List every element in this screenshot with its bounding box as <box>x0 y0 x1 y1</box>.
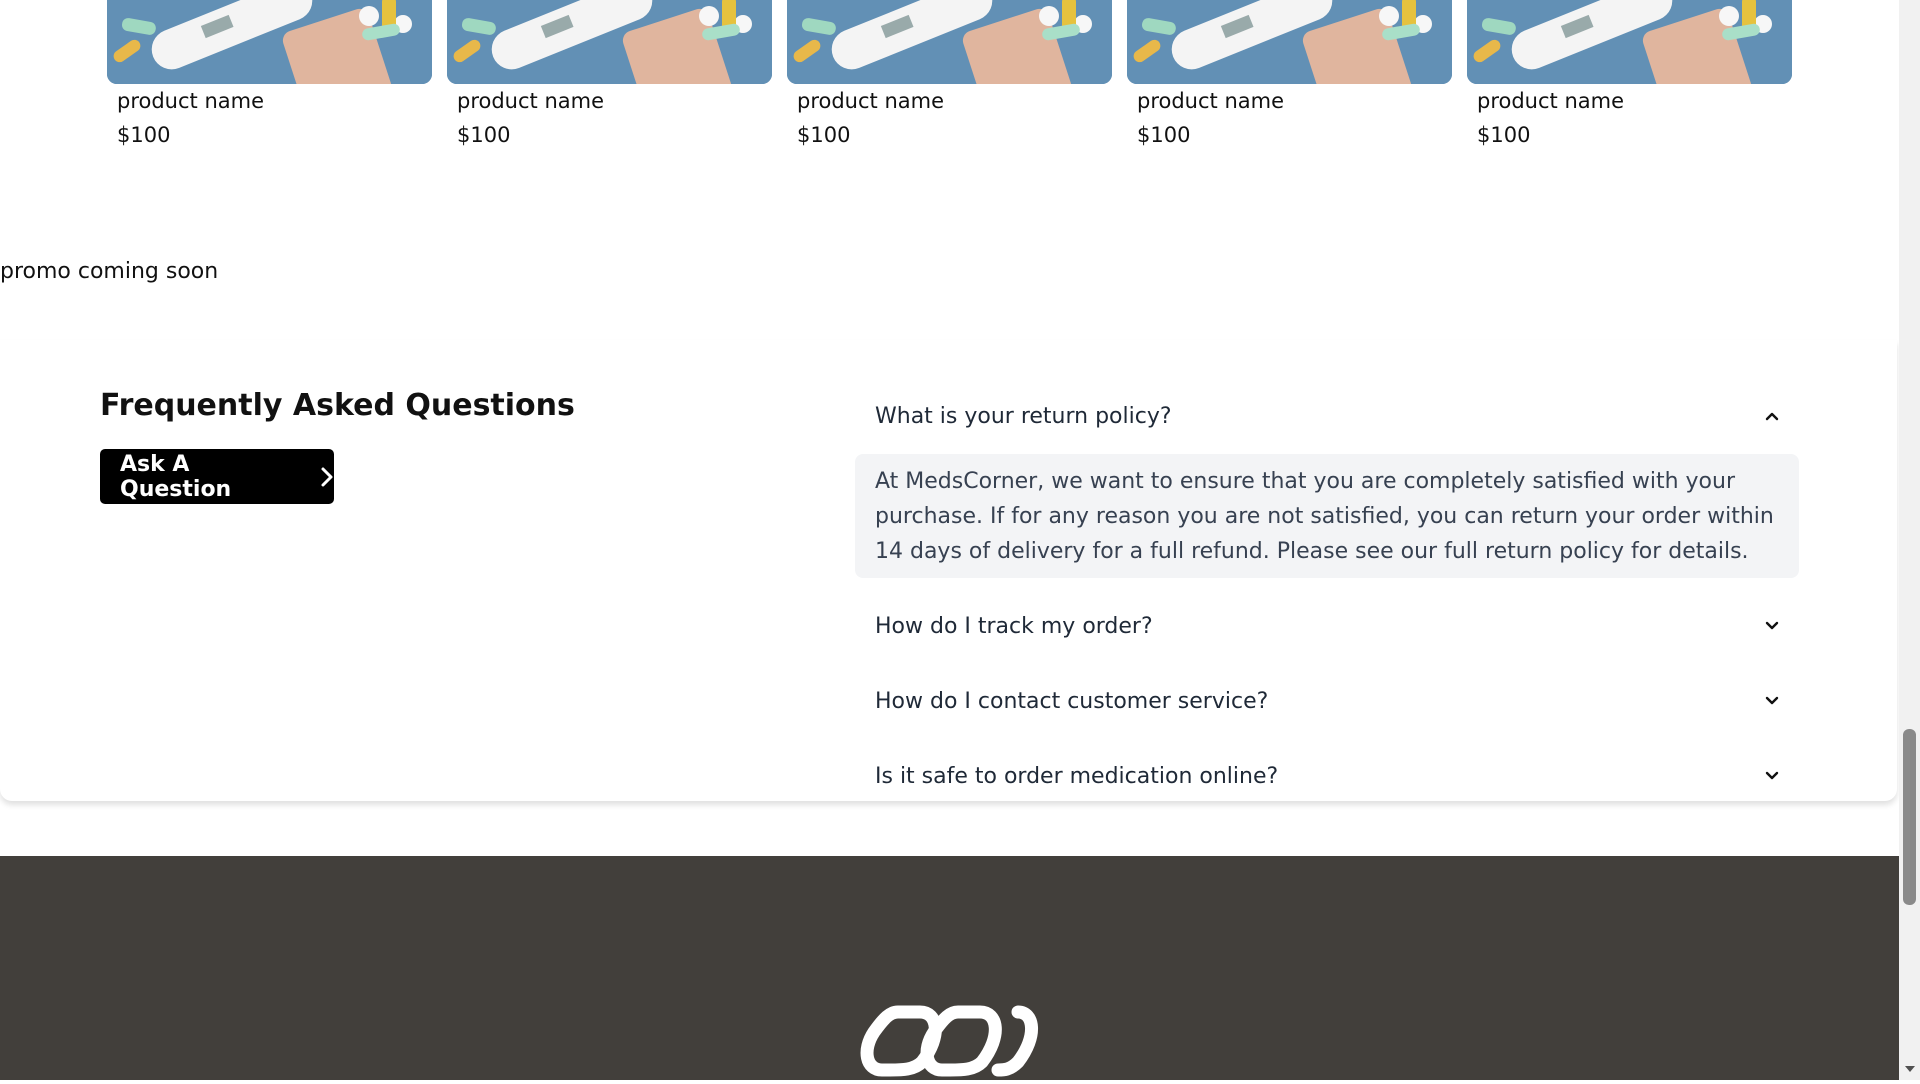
chevron-down-icon <box>1765 621 1779 631</box>
product-image[interactable] <box>787 0 1112 84</box>
product-price: $100 <box>117 123 171 147</box>
chevron-up-icon <box>1765 411 1779 421</box>
product-name[interactable]: product name <box>457 89 604 113</box>
scroll-down-arrow-icon[interactable] <box>1903 1062 1916 1076</box>
ask-question-button[interactable]: Ask A Question <box>100 449 334 504</box>
footer-logo[interactable] <box>858 998 1042 1084</box>
faq-question: How do I track my order? <box>875 613 1153 639</box>
product-name[interactable]: product name <box>1477 89 1624 113</box>
product-card[interactable]: product name $100 <box>107 0 432 147</box>
product-name[interactable]: product name <box>797 89 944 113</box>
chevron-right-icon <box>320 466 334 488</box>
product-price: $100 <box>457 123 511 147</box>
faq-item-safe-online[interactable]: Is it safe to order medication online? <box>855 751 1799 801</box>
chevron-down-icon <box>1765 771 1779 781</box>
product-image[interactable] <box>107 0 432 84</box>
product-row: product name $100 product name $100 prod… <box>107 0 1793 147</box>
scrollbar-thumb[interactable] <box>1903 729 1916 905</box>
page: product name $100 product name $100 prod… <box>0 0 1899 1080</box>
product-name[interactable]: product name <box>117 89 264 113</box>
product-name[interactable]: product name <box>1137 89 1284 113</box>
product-card[interactable]: product name $100 <box>447 0 772 147</box>
product-price: $100 <box>1137 123 1191 147</box>
chevron-down-icon <box>1765 696 1779 706</box>
product-price: $100 <box>1477 123 1531 147</box>
faq-question: Is it safe to order medication online? <box>875 763 1279 789</box>
product-price: $100 <box>797 123 851 147</box>
product-image[interactable] <box>447 0 772 84</box>
faq-section: Frequently Asked Questions Ask A Questio… <box>0 340 1897 801</box>
promo-text: promo coming soon <box>0 259 219 284</box>
scrollbar[interactable] <box>1899 0 1920 1080</box>
ask-question-label: Ask A Question <box>120 451 232 502</box>
faq-question: What is your return policy? <box>875 403 1172 429</box>
product-card[interactable]: product name $100 <box>1467 0 1792 147</box>
product-image[interactable] <box>1127 0 1452 84</box>
product-card[interactable]: product name $100 <box>787 0 1112 147</box>
faq-item-return-policy[interactable]: What is your return policy? <box>855 391 1799 441</box>
faq-question: How do I contact customer service? <box>875 688 1269 714</box>
product-card[interactable]: product name $100 <box>1127 0 1452 147</box>
faq-item-contact-service[interactable]: How do I contact customer service? <box>855 676 1799 726</box>
faq-title: Frequently Asked Questions <box>100 388 575 423</box>
faq-item-track-order[interactable]: How do I track my order? <box>855 601 1799 651</box>
faq-answer: At MedsCorner, we want to ensure that yo… <box>855 454 1799 578</box>
footer <box>0 856 1899 1080</box>
product-image[interactable] <box>1467 0 1792 84</box>
